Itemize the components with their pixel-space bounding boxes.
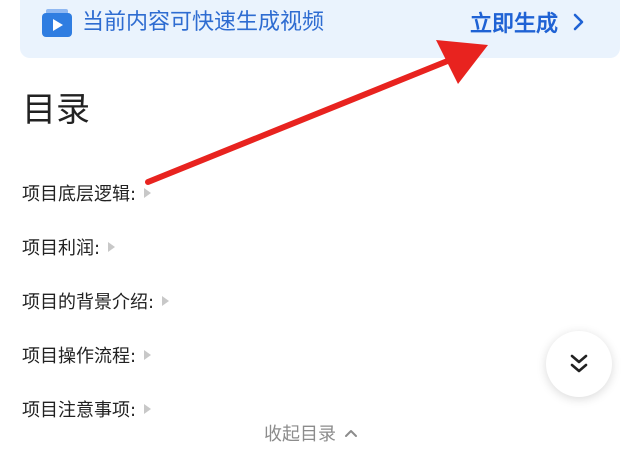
toc-item-profit[interactable]: 项目利润: <box>22 220 169 274</box>
collapse-toc-button[interactable]: 收起目录 <box>264 420 358 446</box>
toc-item-label: 项目的背景介绍: <box>22 292 155 313</box>
toc-title: 目录 <box>22 90 90 130</box>
generate-now-label: 立即生成 <box>470 12 559 37</box>
toc-item-precautions[interactable]: 项目注意事项: <box>22 382 169 436</box>
chevron-right-icon <box>573 13 584 31</box>
page: 当前内容可快速生成视频 立即生成 目录 项目底层逻辑: 项目利润: 项目的背景介… <box>0 0 633 468</box>
toc-item-operation-flow[interactable]: 项目操作流程: <box>22 328 169 382</box>
triangle-right-icon <box>162 296 170 306</box>
triangle-right-icon <box>108 242 116 252</box>
toc-item-label: 项目操作流程: <box>22 346 137 367</box>
scroll-down-button[interactable] <box>546 331 612 397</box>
video-generate-banner[interactable]: 当前内容可快速生成视频 立即生成 <box>20 0 620 58</box>
toc-item-label: 项目底层逻辑: <box>22 184 137 205</box>
toc-item-background[interactable]: 项目的背景介绍: <box>22 274 170 328</box>
toc-list: 项目底层逻辑: 项目利润: 项目的背景介绍: 项目操作流程: 项目注意事项: <box>22 166 170 436</box>
generate-now-button[interactable]: 立即生成 <box>470 2 586 42</box>
triangle-right-icon <box>144 404 152 414</box>
banner-text: 当前内容可快速生成视频 <box>82 10 325 35</box>
double-chevron-down-icon <box>570 354 588 373</box>
toc-item-label: 项目利润: <box>22 238 101 259</box>
toc-item-label: 项目注意事项: <box>22 400 137 421</box>
collapse-toc-label: 收起目录 <box>264 424 336 445</box>
triangle-right-icon <box>144 188 152 198</box>
chevron-up-icon <box>345 430 357 437</box>
video-play-icon <box>42 9 72 37</box>
toc-item-bottom-logic[interactable]: 项目底层逻辑: <box>22 166 169 220</box>
triangle-right-icon <box>144 350 152 360</box>
